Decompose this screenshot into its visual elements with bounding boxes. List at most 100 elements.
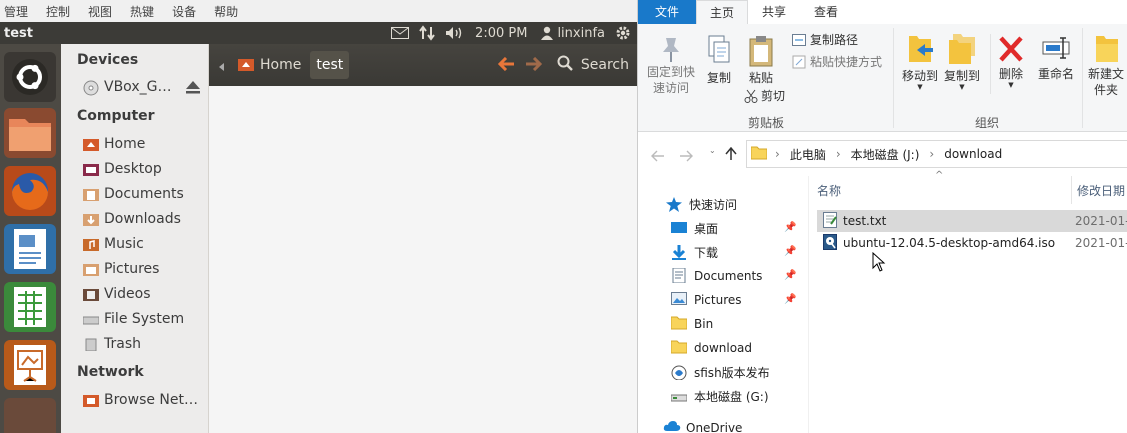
user-name[interactable]: linxinfa (557, 26, 605, 41)
sidebar-item-desktop[interactable]: Desktop (83, 161, 162, 177)
breadcrumb-current[interactable]: test (310, 51, 350, 79)
pin-icon[interactable]: 📌 (784, 222, 796, 233)
tab-home[interactable]: 主页 (696, 0, 748, 24)
sidebar-item-downloads[interactable]: Downloads (83, 211, 181, 227)
file-date: 2021-01- (1075, 236, 1127, 250)
column-modified[interactable]: 修改日期 (1077, 182, 1125, 199)
settings-gear-icon[interactable] (615, 25, 631, 41)
organize-group-label: 组织 (975, 116, 1000, 130)
nav-desktop[interactable]: 桌面 (671, 220, 718, 237)
nav-bin[interactable]: Bin (670, 316, 713, 331)
clock[interactable]: 2:00 PM (475, 26, 527, 41)
vbox-menu-view[interactable]: 视图 (88, 3, 112, 20)
nav-documents[interactable]: Documents (671, 267, 762, 284)
user-icon (541, 26, 554, 40)
file-view-area[interactable] (209, 86, 637, 433)
computer-heading: Computer (77, 108, 155, 124)
nav-pictures[interactable]: Pictures (671, 292, 742, 307)
pin-icon[interactable]: 📌 (784, 246, 796, 257)
desktop-folder-icon (83, 162, 99, 176)
scroll-left-icon[interactable] (219, 56, 224, 75)
sidebar-item-pictures[interactable]: Pictures (83, 261, 159, 277)
breadcrumb-drive-j[interactable]: 本地磁盘 (J:) (851, 146, 920, 163)
tab-file[interactable]: 文件 (638, 0, 696, 24)
firefox-icon[interactable] (4, 166, 56, 216)
search-button-label[interactable]: Search (581, 57, 629, 73)
nav-sfish-release[interactable]: sfish版本发布 (671, 364, 770, 381)
clipboard-group-label: 剪贴板 (748, 116, 785, 130)
breadcrumb-home[interactable]: Home (238, 56, 301, 75)
rename-button[interactable]: 重命名 (1031, 32, 1081, 82)
sidebar-item-documents[interactable]: Documents (83, 186, 184, 202)
column-name[interactable]: 名称 (817, 182, 841, 199)
new-folder-icon (1086, 32, 1126, 64)
pictures-icon (671, 292, 687, 307)
paste-button[interactable]: 粘贴 (744, 34, 778, 86)
vbox-menu-manage[interactable]: 管理 (4, 3, 28, 20)
dropdown-arrow-icon: ▼ (959, 83, 965, 91)
dash-home-icon[interactable] (4, 52, 56, 102)
pin-quick-access-button[interactable]: 固定到快速访问 (646, 36, 696, 96)
nav-drive-g[interactable]: 本地磁盘 (G:) (670, 388, 769, 405)
address-bar[interactable]: › 此电脑 › 本地磁盘 (J:) › download (746, 140, 1127, 168)
eject-icon[interactable] (185, 80, 201, 98)
vbox-menubar: 管理 控制 视图 热键 设备 帮助 (0, 0, 637, 22)
software-center-icon[interactable] (4, 398, 56, 433)
mouse-cursor-icon (872, 251, 886, 276)
sidebar-item-music[interactable]: Music (83, 236, 144, 252)
nav-download[interactable]: download (670, 340, 752, 355)
vbox-menu-help[interactable]: 帮助 (214, 3, 238, 20)
back-arrow-icon[interactable] (497, 56, 515, 75)
tab-view[interactable]: 查看 (802, 0, 850, 24)
sidebar-item-trash[interactable]: Trash (83, 336, 141, 352)
app-folder-icon (671, 365, 687, 381)
volume-icon[interactable] (445, 26, 465, 40)
impress-icon[interactable] (4, 340, 56, 390)
disc-image-icon (823, 233, 837, 253)
copy-to-button[interactable]: 复制到 ▼ (942, 32, 982, 91)
pin-icon[interactable]: 📌 (784, 294, 796, 305)
sidebar-item-home[interactable]: Home (83, 136, 145, 152)
file-row[interactable]: ubuntu-12.04.5-desktop-amd64.iso 2021-01… (817, 232, 1127, 254)
nav-quick-access[interactable]: 快速访问 (666, 196, 737, 213)
file-explorer-window: 文件 主页 共享 查看 固定到快速访问 复制 粘贴 复制路径 粘贴快捷方式 剪切… (637, 0, 1127, 433)
forward-icon[interactable] (679, 147, 693, 166)
network-icon[interactable] (419, 25, 435, 41)
mail-icon[interactable] (391, 27, 410, 39)
nav-downloads[interactable]: 下载 (671, 244, 718, 261)
vbox-menu-devices[interactable]: 设备 (172, 3, 196, 20)
vbox-menu-control[interactable]: 控制 (46, 3, 70, 20)
file-row[interactable]: test.txt 2021-01- (817, 210, 1127, 232)
back-icon[interactable] (651, 147, 665, 166)
breadcrumb-download[interactable]: download (944, 147, 1002, 161)
copy-button[interactable]: 复制 (704, 34, 734, 86)
copy-folder-icon (942, 32, 982, 66)
copy-path-button[interactable]: 复制路径 (792, 32, 858, 48)
sidebar-item-videos[interactable]: Videos (83, 286, 151, 302)
tab-share[interactable]: 共享 (750, 0, 798, 24)
pin-icon[interactable]: 📌 (784, 270, 796, 281)
forward-arrow-icon[interactable] (525, 56, 543, 75)
writer-icon[interactable] (4, 224, 56, 274)
paste-shortcut-button[interactable]: 粘贴快捷方式 (792, 54, 882, 70)
cloud-icon (663, 420, 681, 433)
vbox-menu-hotkeys[interactable]: 热键 (130, 3, 154, 20)
breadcrumb-sep-icon: › (835, 147, 841, 161)
up-arrow-icon[interactable] (725, 146, 737, 165)
sidebar-item-vbox-cd[interactable]: VBox_G… (83, 79, 211, 98)
recent-dropdown-icon[interactable]: ⌄ (709, 146, 716, 155)
calc-icon[interactable] (4, 282, 56, 332)
window-title: test (4, 25, 33, 41)
new-folder-button[interactable]: 新建文件夹 (1086, 32, 1126, 98)
files-app-icon[interactable] (4, 108, 56, 158)
breadcrumb-this-pc[interactable]: 此电脑 (790, 146, 826, 163)
copy-path-icon (792, 34, 806, 46)
cut-button[interactable]: 剪切 (744, 88, 785, 104)
sidebar-item-browse-network[interactable]: Browse Net… (83, 392, 198, 408)
sidebar-item-file-system[interactable]: File System (82, 311, 184, 327)
delete-button[interactable]: 删除 ▼ (994, 32, 1028, 89)
nav-onedrive[interactable]: OneDrive (663, 420, 742, 433)
move-to-button[interactable]: 移动到 ▼ (900, 32, 940, 91)
search-icon[interactable] (557, 55, 573, 75)
devices-heading: Devices (77, 52, 139, 68)
